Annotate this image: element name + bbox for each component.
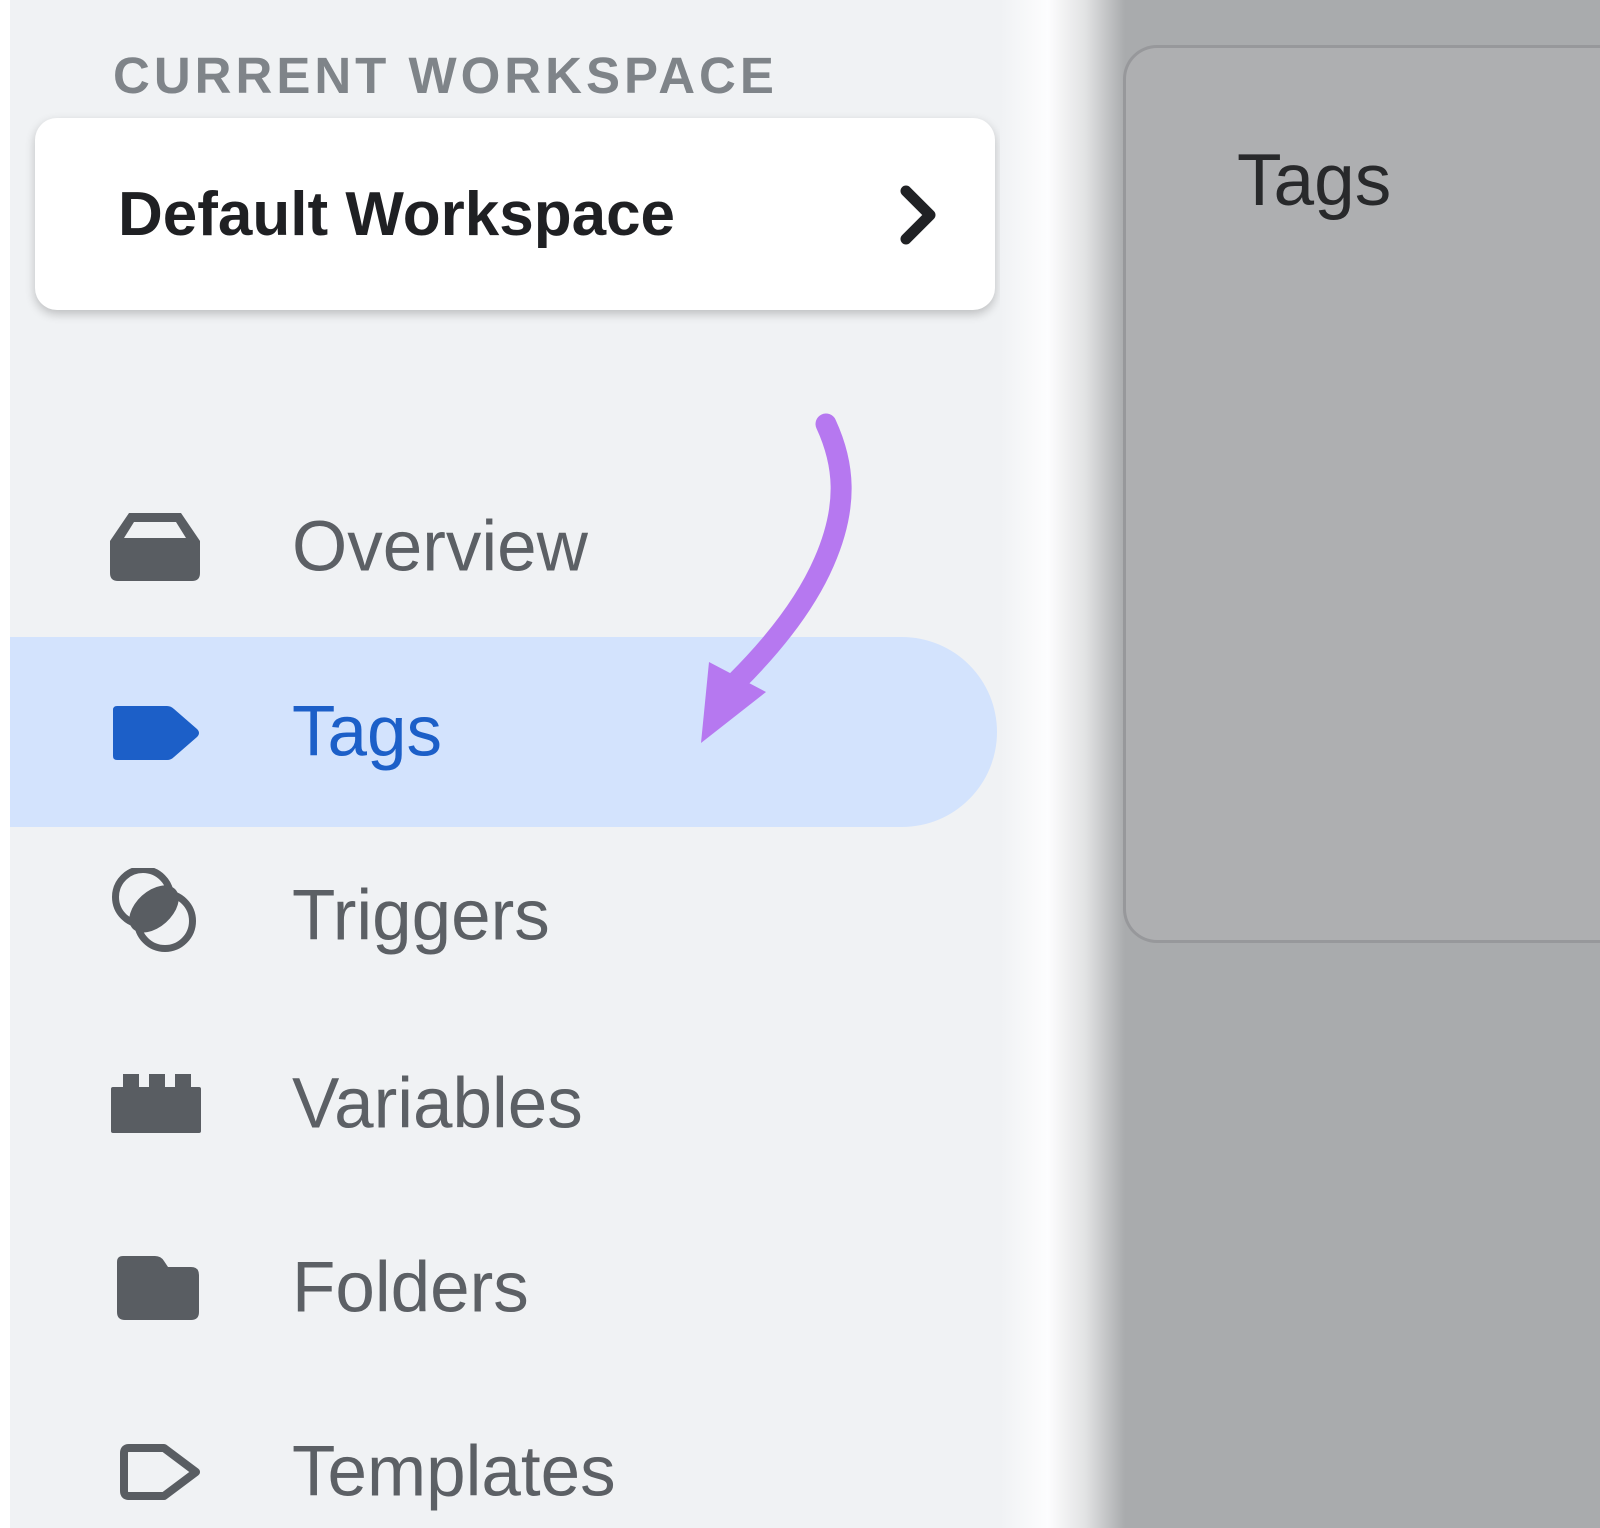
sidebar-item-templates[interactable]: Templates xyxy=(0,1377,1010,1528)
sidebar-item-label: Tags xyxy=(292,692,442,773)
sidebar-item-overview[interactable]: Overview xyxy=(0,452,1010,642)
template-label-icon xyxy=(120,1444,200,1500)
workspace-selector-card[interactable]: Default Workspace xyxy=(35,118,995,310)
workspace-name: Default Workspace xyxy=(118,179,675,250)
current-workspace-label: CURRENT WORKSPACE xyxy=(113,46,778,105)
folder-icon xyxy=(117,1256,199,1320)
sidebar-item-label: Variables xyxy=(292,1064,583,1145)
variables-brick-icon xyxy=(110,1074,202,1134)
sidebar-item-folders[interactable]: Folders xyxy=(0,1193,1010,1383)
sidebar-item-tags[interactable]: Tags xyxy=(0,637,1010,827)
tags-panel-card: Tags xyxy=(1123,45,1600,943)
sidebar-item-label: Overview xyxy=(292,507,588,588)
chevron-right-icon xyxy=(899,184,939,246)
sidebar-item-label: Triggers xyxy=(292,876,550,957)
dimmed-main-area: Tags xyxy=(1000,0,1600,1528)
sidebar-item-label: Folders xyxy=(292,1248,529,1329)
tags-panel-title: Tags xyxy=(1237,137,1391,225)
sidebar-item-variables[interactable]: Variables xyxy=(0,1009,1010,1199)
sidebar-item-triggers[interactable]: Triggers xyxy=(0,821,1010,1011)
tag-icon xyxy=(110,703,202,763)
gtm-sidebar-screenshot: CURRENT WORKSPACE Default Workspace Over… xyxy=(0,0,1600,1528)
sidebar-item-label: Templates xyxy=(292,1432,616,1513)
overview-box-icon xyxy=(108,511,202,583)
triggers-venn-icon xyxy=(112,868,208,964)
